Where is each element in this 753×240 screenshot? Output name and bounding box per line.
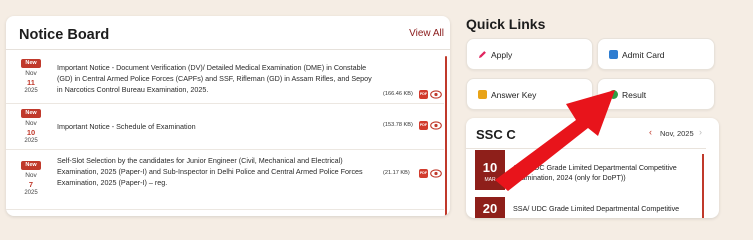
id-card-icon — [609, 50, 618, 59]
quick-links-title: Quick Links — [466, 16, 546, 32]
pdf-icon[interactable]: PDF — [419, 90, 428, 99]
apply-label: Apply — [491, 50, 513, 60]
notice-day: 11 — [27, 78, 35, 87]
notice-year: 2025 — [24, 138, 38, 144]
new-badge: New — [21, 109, 41, 118]
notice-day: 10 — [26, 128, 36, 137]
pdf-icon[interactable]: PDF — [419, 121, 428, 130]
chevron-left-icon[interactable]: ‹ — [649, 127, 652, 137]
new-badge: New — [21, 59, 41, 68]
chevron-right-icon[interactable]: › — [699, 127, 702, 137]
notice-date: New Nov 7 2025 — [21, 161, 41, 197]
event-day: 20 — [482, 201, 498, 216]
pencil-icon — [479, 51, 486, 58]
event-text[interactable]: SSA/ UDC Grade Limited Departmental Comp… — [513, 204, 698, 214]
notice-text[interactable]: Important Notice - Schedule of Examinati… — [57, 121, 375, 132]
notice-scrollbar[interactable] — [445, 56, 447, 216]
result-button[interactable]: Result — [597, 78, 715, 110]
event-day: 10 — [482, 160, 498, 175]
eye-icon[interactable] — [430, 90, 442, 99]
key-icon — [478, 90, 487, 99]
notice-date: New Nov 11 2025 — [21, 59, 41, 95]
notice-day: 7 — [28, 180, 34, 189]
event-date: 20 — [475, 197, 505, 218]
eye-icon[interactable] — [430, 121, 442, 130]
notice-year: 2025 — [24, 88, 38, 94]
notice-month: Nov — [25, 70, 37, 77]
notice-list: New Nov 11 2025 Important Notice - Docum… — [6, 51, 444, 210]
notice-item[interactable]: New Nov 10 2025 Important Notice - Sched… — [6, 104, 444, 150]
notice-board-title: Notice Board — [19, 27, 110, 43]
notice-item[interactable]: New Nov 7 2025 Self-Slot Selection by th… — [6, 150, 444, 210]
notice-board-card: Notice Board View All New Nov 11 2025 Im… — [6, 16, 450, 216]
calendar-scrollbar[interactable] — [702, 154, 704, 218]
calendar-title: SSC C — [476, 127, 516, 142]
notice-month: Nov — [25, 172, 37, 179]
event-date: 10 MAR — [475, 150, 505, 190]
notice-text[interactable]: Self-Slot Selection by the candidates fo… — [57, 155, 375, 188]
new-badge: New — [21, 161, 41, 170]
divider — [466, 148, 706, 149]
answer-key-button[interactable]: Answer Key — [466, 78, 593, 110]
file-size: (153.78 KB) — [383, 122, 413, 128]
apply-button[interactable]: Apply — [466, 38, 593, 70]
notice-item[interactable]: New Nov 11 2025 Important Notice - Docum… — [6, 51, 444, 104]
answer-key-label: Answer Key — [491, 90, 537, 100]
view-all-link[interactable]: View All — [409, 28, 444, 39]
notice-text[interactable]: Important Notice - Document Verification… — [57, 62, 375, 95]
admit-card-label: Admit Card — [622, 50, 665, 60]
file-size: (21.17 KB) — [383, 170, 410, 176]
event-month: MAR — [484, 177, 496, 183]
calendar-card: SSC C ‹ Nov, 2025 › 10 MAR JSA/ LDC Grad… — [466, 118, 719, 218]
result-icon — [609, 90, 618, 99]
result-label: Result — [622, 90, 647, 100]
admit-card-button[interactable]: Admit Card — [597, 38, 715, 70]
notice-date: New Nov 10 2025 — [21, 109, 41, 145]
notice-month: Nov — [25, 120, 37, 127]
notice-year: 2025 — [24, 190, 38, 196]
notice-board-header: Notice Board View All — [6, 16, 450, 50]
eye-icon[interactable] — [430, 169, 442, 178]
calendar-month: Nov, 2025 — [660, 129, 694, 138]
event-text[interactable]: JSA/ LDC Grade Limited Departmental Comp… — [513, 163, 698, 183]
file-size: (166.46 KB) — [383, 91, 413, 97]
pdf-icon[interactable]: PDF — [419, 169, 428, 178]
